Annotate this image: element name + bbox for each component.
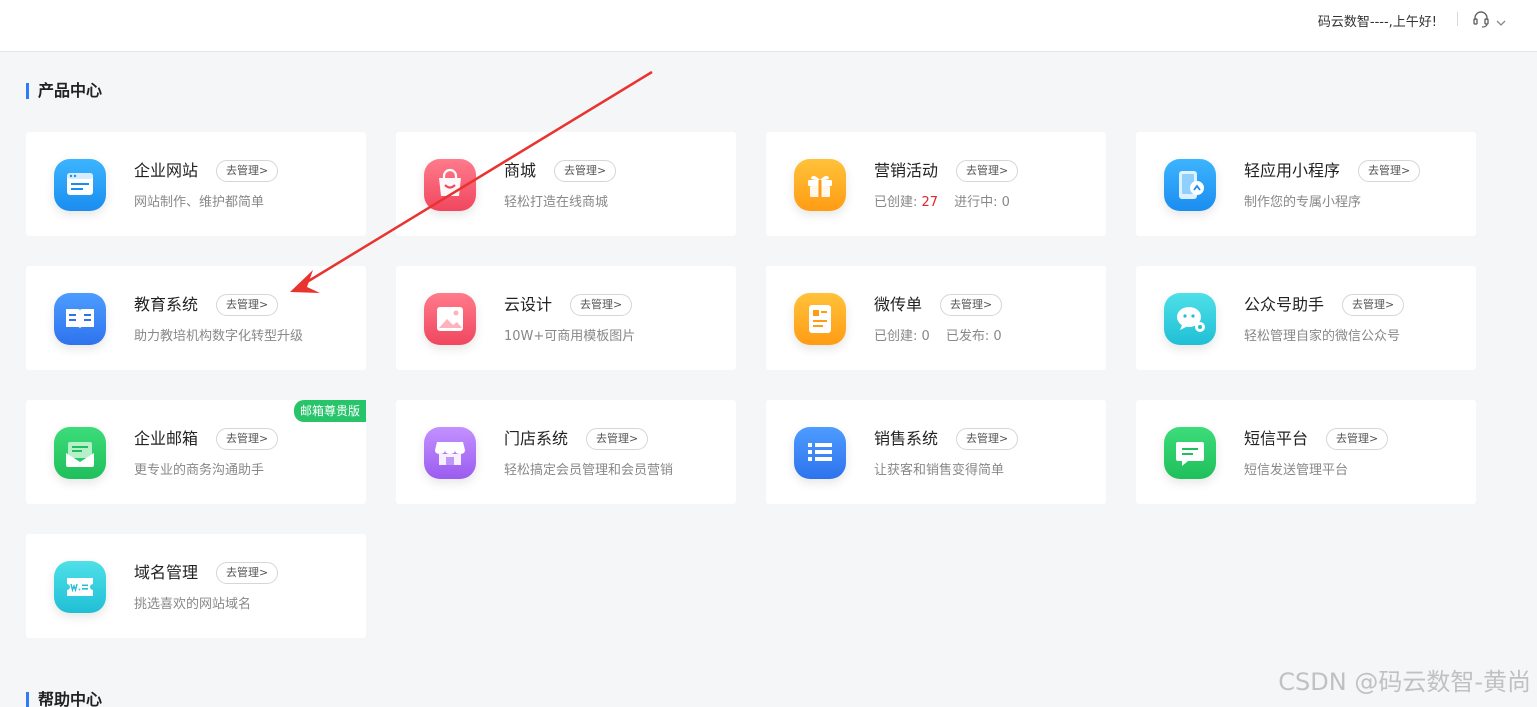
stat-label: 已创建: [874, 329, 918, 344]
card-title: 商城 [504, 161, 537, 180]
card-description: 助力教培机构数字化转型升级 [134, 329, 304, 344]
manage-button[interactable]: 去管理> [940, 294, 1003, 316]
product-card-store[interactable]: 门店系统 去管理> 轻松搞定会员管理和会员营销 [396, 400, 736, 504]
manage-button[interactable]: 去管理> [956, 160, 1019, 182]
card-description: 短信发送管理平台 [1244, 463, 1349, 478]
product-card-mini-program[interactable]: 轻应用小程序 去管理> 制作您的专属小程序 [1136, 132, 1476, 236]
card-stats: 已创建: 0 已发布: 0 [874, 328, 1002, 346]
manage-button[interactable]: 去管理> [554, 160, 617, 182]
watermark: CSDN @码云数智-黄尚 [1278, 668, 1531, 696]
stat-label: 已发布: [945, 329, 990, 344]
card-description: 轻松搞定会员管理和会员营销 [504, 463, 674, 478]
manage-button[interactable]: 去管理> [216, 294, 279, 316]
list-icon [794, 427, 846, 479]
stat-value-created: 27 [921, 195, 939, 210]
image-icon [424, 293, 476, 345]
product-card-education[interactable]: 教育系统 去管理> 助力教培机构数字化转型升级 [26, 266, 366, 370]
sms-icon [1164, 427, 1216, 479]
flyer-icon [794, 293, 846, 345]
card-description: 制作您的专属小程序 [1244, 195, 1362, 210]
stat-label: 进行中: [954, 195, 998, 210]
headset-icon[interactable] [1471, 9, 1491, 29]
card-title: 企业网站 [134, 161, 199, 180]
stat-value-in-progress: 0 [1001, 195, 1010, 210]
card-title: 微传单 [874, 295, 923, 314]
top-divider [1457, 12, 1458, 26]
card-description: 10W+可商用模板图片 [504, 329, 636, 344]
user-greeting: 码云数智----,上午好! [1317, 15, 1437, 30]
card-title: 域名管理 [134, 563, 199, 582]
card-title: 门店系统 [504, 429, 569, 448]
manage-button[interactable]: 去管理> [570, 294, 633, 316]
manage-button[interactable]: 去管理> [1342, 294, 1405, 316]
card-title: 公众号助手 [1244, 295, 1325, 314]
card-description: 轻松打造在线商城 [504, 195, 609, 210]
section-title-help-center: 帮助中心 [26, 690, 102, 707]
manage-button[interactable]: 去管理> [1326, 428, 1389, 450]
shopping-bag-icon [424, 159, 476, 211]
stat-value-published: 0 [993, 329, 1002, 344]
manage-button[interactable]: 去管理> [216, 160, 279, 182]
premium-badge: 邮箱尊贵版 [293, 400, 366, 422]
product-card-website[interactable]: 企业网站 去管理> 网站制作、维护都简单 [26, 132, 366, 236]
product-card-flyer[interactable]: 微传单 去管理> 已创建: 0 已发布: 0 [766, 266, 1106, 370]
manage-button[interactable]: 去管理> [216, 428, 279, 450]
card-description: 更专业的商务沟通助手 [134, 463, 265, 478]
book-icon [54, 293, 106, 345]
manage-button[interactable]: 去管理> [956, 428, 1019, 450]
domain-icon [54, 561, 106, 613]
card-title: 云设计 [504, 295, 553, 314]
product-card-enterprise-mail[interactable]: 邮箱尊贵版 企业邮箱 去管理> 更专业的商务沟通助手 [26, 400, 366, 504]
product-card-cloud-design[interactable]: 云设计 去管理> 10W+可商用模板图片 [396, 266, 736, 370]
card-title: 教育系统 [134, 295, 199, 314]
manage-button[interactable]: 去管理> [1358, 160, 1421, 182]
card-description: 轻松管理自家的微信公众号 [1244, 329, 1401, 344]
stat-label: 已创建: [874, 195, 918, 210]
mail-icon [54, 427, 106, 479]
gift-icon [794, 159, 846, 211]
stat-value-created: 0 [921, 329, 930, 344]
product-card-marketing[interactable]: 营销活动 去管理> 已创建: 27 进行中: 0 [766, 132, 1106, 236]
top-bar: 码云数智----,上午好! [0, 0, 1537, 52]
card-title: 营销活动 [874, 161, 939, 180]
card-stats: 已创建: 27 进行中: 0 [874, 194, 1010, 212]
website-icon [54, 159, 106, 211]
card-description: 挑选喜欢的网站域名 [134, 597, 252, 612]
manage-button[interactable]: 去管理> [216, 562, 279, 584]
card-description: 让获客和销售变得简单 [874, 463, 1005, 478]
manage-button[interactable]: 去管理> [586, 428, 649, 450]
mini-program-icon [1164, 159, 1216, 211]
card-description: 网站制作、维护都简单 [134, 195, 265, 210]
product-card-wechat-assistant[interactable]: 公众号助手 去管理> 轻松管理自家的微信公众号 [1136, 266, 1476, 370]
chevron-down-icon[interactable] [1495, 13, 1507, 26]
card-title: 短信平台 [1244, 429, 1309, 448]
section-title-product-center: 产品中心 [26, 81, 102, 101]
wechat-icon [1164, 293, 1216, 345]
product-card-mall[interactable]: 商城 去管理> 轻松打造在线商城 [396, 132, 736, 236]
card-title: 企业邮箱 [134, 429, 199, 448]
product-card-sales[interactable]: 销售系统 去管理> 让获客和销售变得简单 [766, 400, 1106, 504]
product-card-domain[interactable]: 域名管理 去管理> 挑选喜欢的网站域名 [26, 534, 366, 638]
product-card-sms[interactable]: 短信平台 去管理> 短信发送管理平台 [1136, 400, 1476, 504]
card-title: 销售系统 [874, 429, 939, 448]
store-icon [424, 427, 476, 479]
card-title: 轻应用小程序 [1244, 161, 1341, 180]
